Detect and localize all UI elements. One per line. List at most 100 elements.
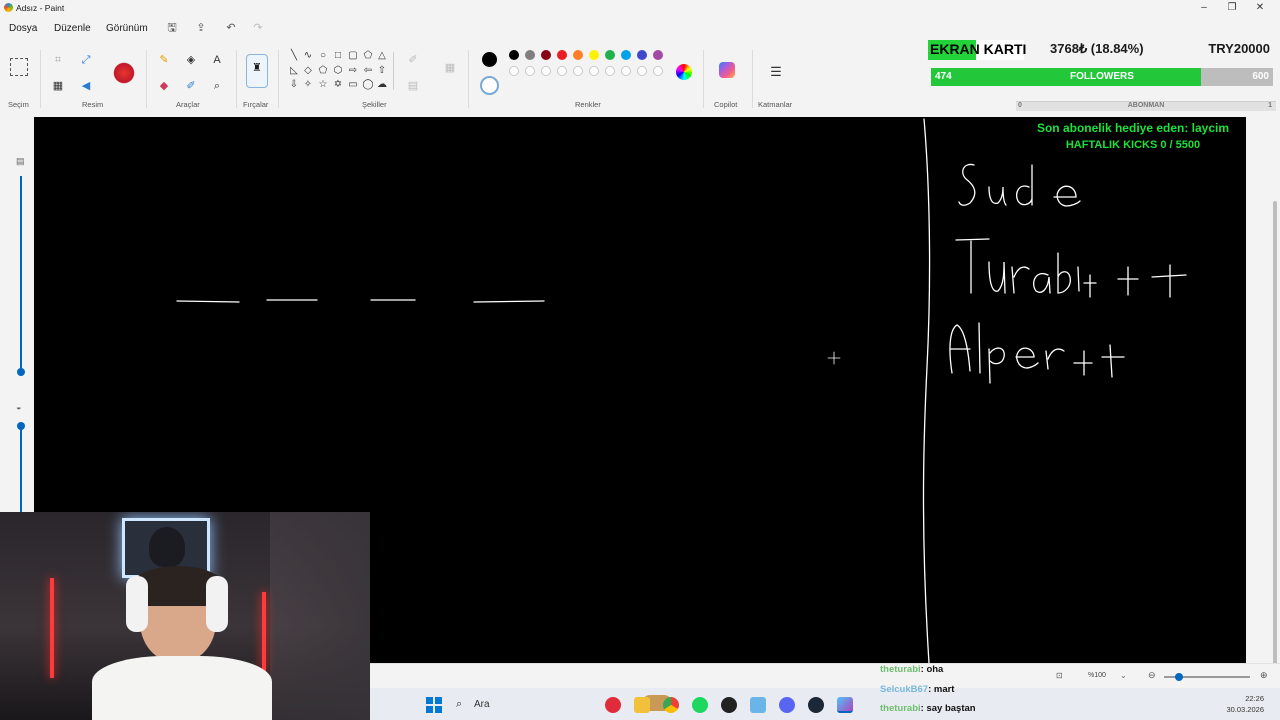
handwriting-alper — [949, 322, 1125, 384]
text-icon[interactable]: A — [209, 52, 225, 68]
eraser-icon[interactable]: ◆ — [156, 78, 172, 94]
settings-app-icon[interactable] — [750, 697, 766, 713]
selection-icon[interactable] — [10, 58, 28, 76]
window-title: Adsız - Paint — [16, 3, 65, 13]
chat-message: SelcukB67: mart — [880, 684, 955, 695]
color-swatch[interactable] — [509, 66, 519, 76]
share-icon[interactable]: ⇪ — [194, 21, 208, 35]
file-explorer-icon[interactable] — [634, 697, 650, 713]
color-swatch[interactable] — [509, 50, 519, 60]
color-swatch[interactable] — [541, 66, 551, 76]
pentagon-shape-icon[interactable]: ⬠ — [317, 65, 329, 77]
spotify-icon[interactable] — [692, 697, 708, 713]
pencil-icon[interactable]: ✎ — [156, 52, 172, 68]
triangle-shape-icon[interactable]: △ — [376, 50, 388, 62]
color-swatch[interactable] — [621, 50, 631, 60]
color-swatch[interactable] — [573, 66, 583, 76]
color-swatch[interactable] — [525, 66, 535, 76]
subscriber-end: 1 — [1268, 102, 1272, 109]
image-select-icon[interactable]: ▦ — [50, 78, 66, 94]
undo-icon[interactable]: ↶ — [224, 21, 238, 35]
minimize-button[interactable]: – — [1194, 1, 1214, 15]
zoom-slider-thumb[interactable] — [1175, 673, 1183, 681]
hexagon-shape-icon[interactable]: ⬡ — [332, 65, 344, 77]
clock[interactable]: 22:26 30.03.2026 — [1226, 693, 1264, 715]
paint-taskbar-icon[interactable] — [837, 697, 853, 713]
left-arrow-shape-icon[interactable]: ⇦ — [362, 65, 374, 77]
rotate-icon[interactable]: ◀ — [78, 78, 94, 94]
down-arrow-shape-icon[interactable]: ⇩ — [288, 79, 300, 91]
diamond-shape-icon[interactable]: ◇ — [302, 65, 314, 77]
brush-size-slider-thumb[interactable] — [17, 368, 25, 376]
gpu-goal-target: TRY20000 — [1208, 41, 1270, 56]
start-button[interactable] — [426, 697, 442, 713]
four-point-star-shape-icon[interactable]: ✧ — [302, 79, 314, 91]
outline-icon[interactable]: ✐ — [405, 52, 421, 68]
five-point-star-shape-icon[interactable]: ☆ — [317, 79, 329, 91]
discord-icon[interactable] — [779, 697, 795, 713]
save-icon[interactable]: 🖫 — [165, 21, 179, 35]
color-swatch[interactable] — [653, 50, 663, 60]
image-creator-icon[interactable] — [112, 60, 136, 86]
color-swatch[interactable] — [605, 50, 615, 60]
color-swatch[interactable] — [573, 50, 583, 60]
color-swatch[interactable] — [557, 50, 567, 60]
group-label-shapes: Şekiller — [362, 100, 387, 109]
edit-colors-icon[interactable] — [676, 64, 692, 80]
color-picker-icon[interactable]: ✐ — [183, 78, 199, 94]
color-swatch[interactable] — [605, 66, 615, 76]
fill-icon[interactable]: ◈ — [183, 52, 199, 68]
fit-icon[interactable]: ⊡ — [1056, 671, 1063, 680]
obs-icon[interactable] — [721, 697, 737, 713]
color-swatch[interactable] — [557, 66, 567, 76]
taskbar-search[interactable]: ⌕ Ara — [452, 695, 672, 715]
color-swatch[interactable] — [589, 66, 599, 76]
magnifier-icon[interactable]: ⌕ — [209, 78, 225, 94]
steam-icon[interactable] — [808, 697, 824, 713]
color-swatch[interactable] — [637, 50, 647, 60]
brush-selector[interactable]: ♜ — [246, 54, 268, 88]
close-button[interactable]: ✕ — [1250, 1, 1270, 15]
color-swatch[interactable] — [589, 50, 599, 60]
maximize-button[interactable]: ❐ — [1222, 1, 1242, 15]
oval-shape-icon[interactable]: ○ — [317, 50, 329, 62]
color-swatch[interactable] — [637, 66, 647, 76]
polygon-shape-icon[interactable]: ⬠ — [362, 50, 374, 62]
resize-icon[interactable]: ⤢ — [78, 52, 94, 68]
six-point-star-shape-icon[interactable]: ✡ — [332, 79, 344, 91]
copilot-icon[interactable] — [719, 62, 735, 78]
menu-file[interactable]: Dosya — [9, 23, 37, 34]
redo-icon[interactable]: ↷ — [251, 21, 265, 35]
color-swatch[interactable] — [621, 66, 631, 76]
curve-shape-icon[interactable]: ∿ — [302, 50, 314, 62]
layers-icon[interactable]: ☰ — [768, 64, 784, 80]
fill-shape-icon[interactable]: ▤ — [405, 78, 421, 94]
zoom-in-icon[interactable]: ⊕ — [1260, 670, 1268, 681]
zoom-out-icon[interactable]: ⊖ — [1148, 670, 1156, 681]
callout-rect-shape-icon[interactable]: ▭ — [347, 79, 359, 91]
menu-edit[interactable]: Düzenle — [54, 23, 91, 34]
rounded-rect-shape-icon[interactable]: ▢ — [347, 50, 359, 62]
right-arrow-shape-icon[interactable]: ⇨ — [347, 65, 359, 77]
color-swatch[interactable] — [541, 50, 551, 60]
callout-cloud-shape-icon[interactable]: ☁ — [376, 79, 388, 91]
menu-view[interactable]: Görünüm — [106, 23, 148, 34]
primary-color[interactable] — [482, 52, 497, 67]
secondary-color[interactable] — [480, 76, 499, 95]
vertical-scrollbar[interactable] — [1272, 117, 1278, 691]
chevron-down-icon[interactable]: ⌄ — [1120, 671, 1127, 680]
media-app-icon[interactable] — [605, 697, 621, 713]
right-triangle-shape-icon[interactable]: ◺ — [288, 65, 300, 77]
callout-oval-shape-icon[interactable]: ◯ — [362, 79, 374, 91]
color-swatch[interactable] — [653, 66, 663, 76]
rectangle-shape-icon[interactable]: □ — [332, 50, 344, 62]
crop-icon[interactable]: ⌗ — [50, 52, 66, 68]
shape-size-icon[interactable]: ▦ — [442, 60, 458, 76]
opacity-slider-thumb[interactable] — [17, 422, 25, 430]
group-label-colors: Renkler — [575, 100, 601, 109]
zoom-level[interactable]: %100 — [1088, 672, 1106, 679]
chrome-icon[interactable] — [663, 697, 679, 713]
line-shape-icon[interactable]: ╲ — [288, 50, 300, 62]
up-arrow-shape-icon[interactable]: ⇧ — [376, 65, 388, 77]
color-swatch[interactable] — [525, 50, 535, 60]
